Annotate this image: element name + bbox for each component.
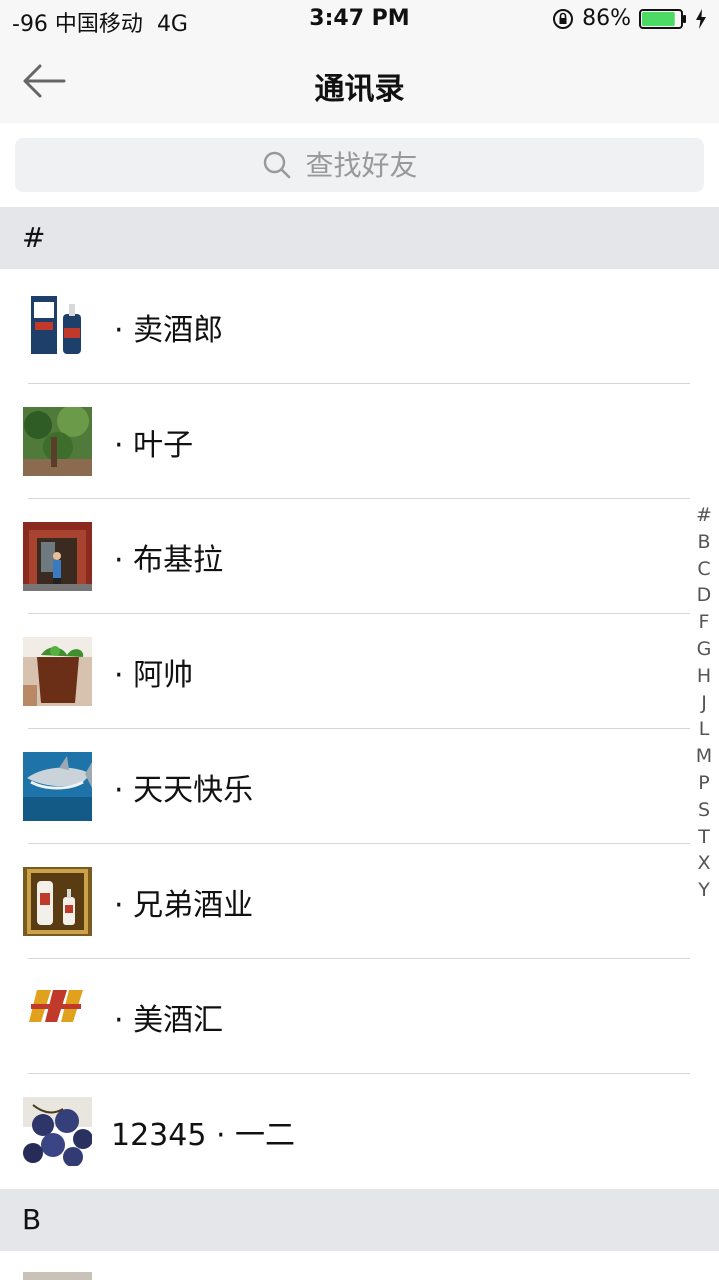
contact-name: · 卖酒郎: [114, 313, 224, 348]
contact-row[interactable]: · 天天快乐: [0, 729, 719, 844]
contact-row[interactable]: · 阿帅: [0, 614, 719, 729]
orientation-lock-icon: [553, 8, 574, 29]
section-header-hash: #: [0, 207, 719, 269]
contact-avatar: [23, 867, 92, 936]
index-letter[interactable]: H: [697, 663, 711, 690]
index-letter[interactable]: G: [697, 636, 712, 663]
contact-list: · 卖酒郎 · 叶子 · 布基拉 · 阿帅 · 天天快乐 · 兄弟酒业 · 美酒…: [0, 269, 719, 1189]
contact-avatar: [23, 407, 92, 476]
contact-avatar: [23, 522, 92, 591]
contact-row[interactable]: 12345 · 一二: [0, 1074, 719, 1189]
index-letter[interactable]: S: [698, 797, 710, 824]
contact-row[interactable]: · 卖酒郎: [0, 269, 719, 384]
index-letter[interactable]: C: [697, 556, 710, 583]
index-letter[interactable]: P: [698, 770, 709, 797]
alphabet-index[interactable]: # B C D F G H J L M P S T X Y: [693, 502, 715, 904]
contact-name: · 天天快乐: [114, 773, 254, 808]
section-header-b: B: [0, 1189, 719, 1251]
contact-avatar: [23, 752, 92, 821]
index-letter[interactable]: Y: [698, 877, 710, 904]
index-letter[interactable]: D: [697, 582, 712, 609]
contact-name: · 兄弟酒业: [114, 888, 254, 923]
battery-percent: 86%: [582, 6, 631, 31]
contact-name: · 布基拉: [114, 543, 224, 578]
contact-row[interactable]: · 兄弟酒业: [0, 844, 719, 959]
search-box[interactable]: [15, 138, 704, 192]
index-letter[interactable]: J: [701, 690, 707, 717]
contact-name: · 阿帅: [114, 658, 194, 693]
index-letter[interactable]: #: [696, 502, 712, 529]
contact-row[interactable]: · 叶子: [0, 384, 719, 499]
index-letter[interactable]: T: [698, 824, 710, 851]
contact-avatar: [23, 982, 92, 1051]
search-input[interactable]: [303, 147, 458, 183]
contact-name: · 叶子: [114, 428, 194, 463]
contact-avatar: [23, 1272, 92, 1280]
index-letter[interactable]: X: [697, 850, 710, 877]
contact-row[interactable]: · 布基拉: [0, 499, 719, 614]
contact-row[interactable]: · 美酒汇: [0, 959, 719, 1074]
contact-avatar: [23, 1097, 92, 1166]
index-letter[interactable]: M: [696, 743, 712, 770]
index-letter[interactable]: B: [697, 529, 710, 556]
index-letter[interactable]: L: [699, 716, 710, 743]
contact-name: · 美酒汇: [114, 1003, 224, 1038]
search-container: [0, 123, 719, 207]
battery-icon: [639, 8, 686, 29]
navigation-bar: 通讯录: [0, 40, 719, 123]
search-icon: [263, 151, 290, 179]
contact-avatar: [23, 292, 92, 361]
contact-avatar: [23, 637, 92, 706]
contact-name: 12345 · 一二: [111, 1118, 296, 1153]
charging-bolt-icon: [696, 8, 706, 29]
page-title: 通讯录: [314, 72, 405, 107]
status-right: 86%: [552, 6, 707, 31]
index-letter[interactable]: F: [699, 609, 710, 636]
status-bar: -96 中国移动 4G 3:47 PM 86%: [0, 0, 719, 40]
